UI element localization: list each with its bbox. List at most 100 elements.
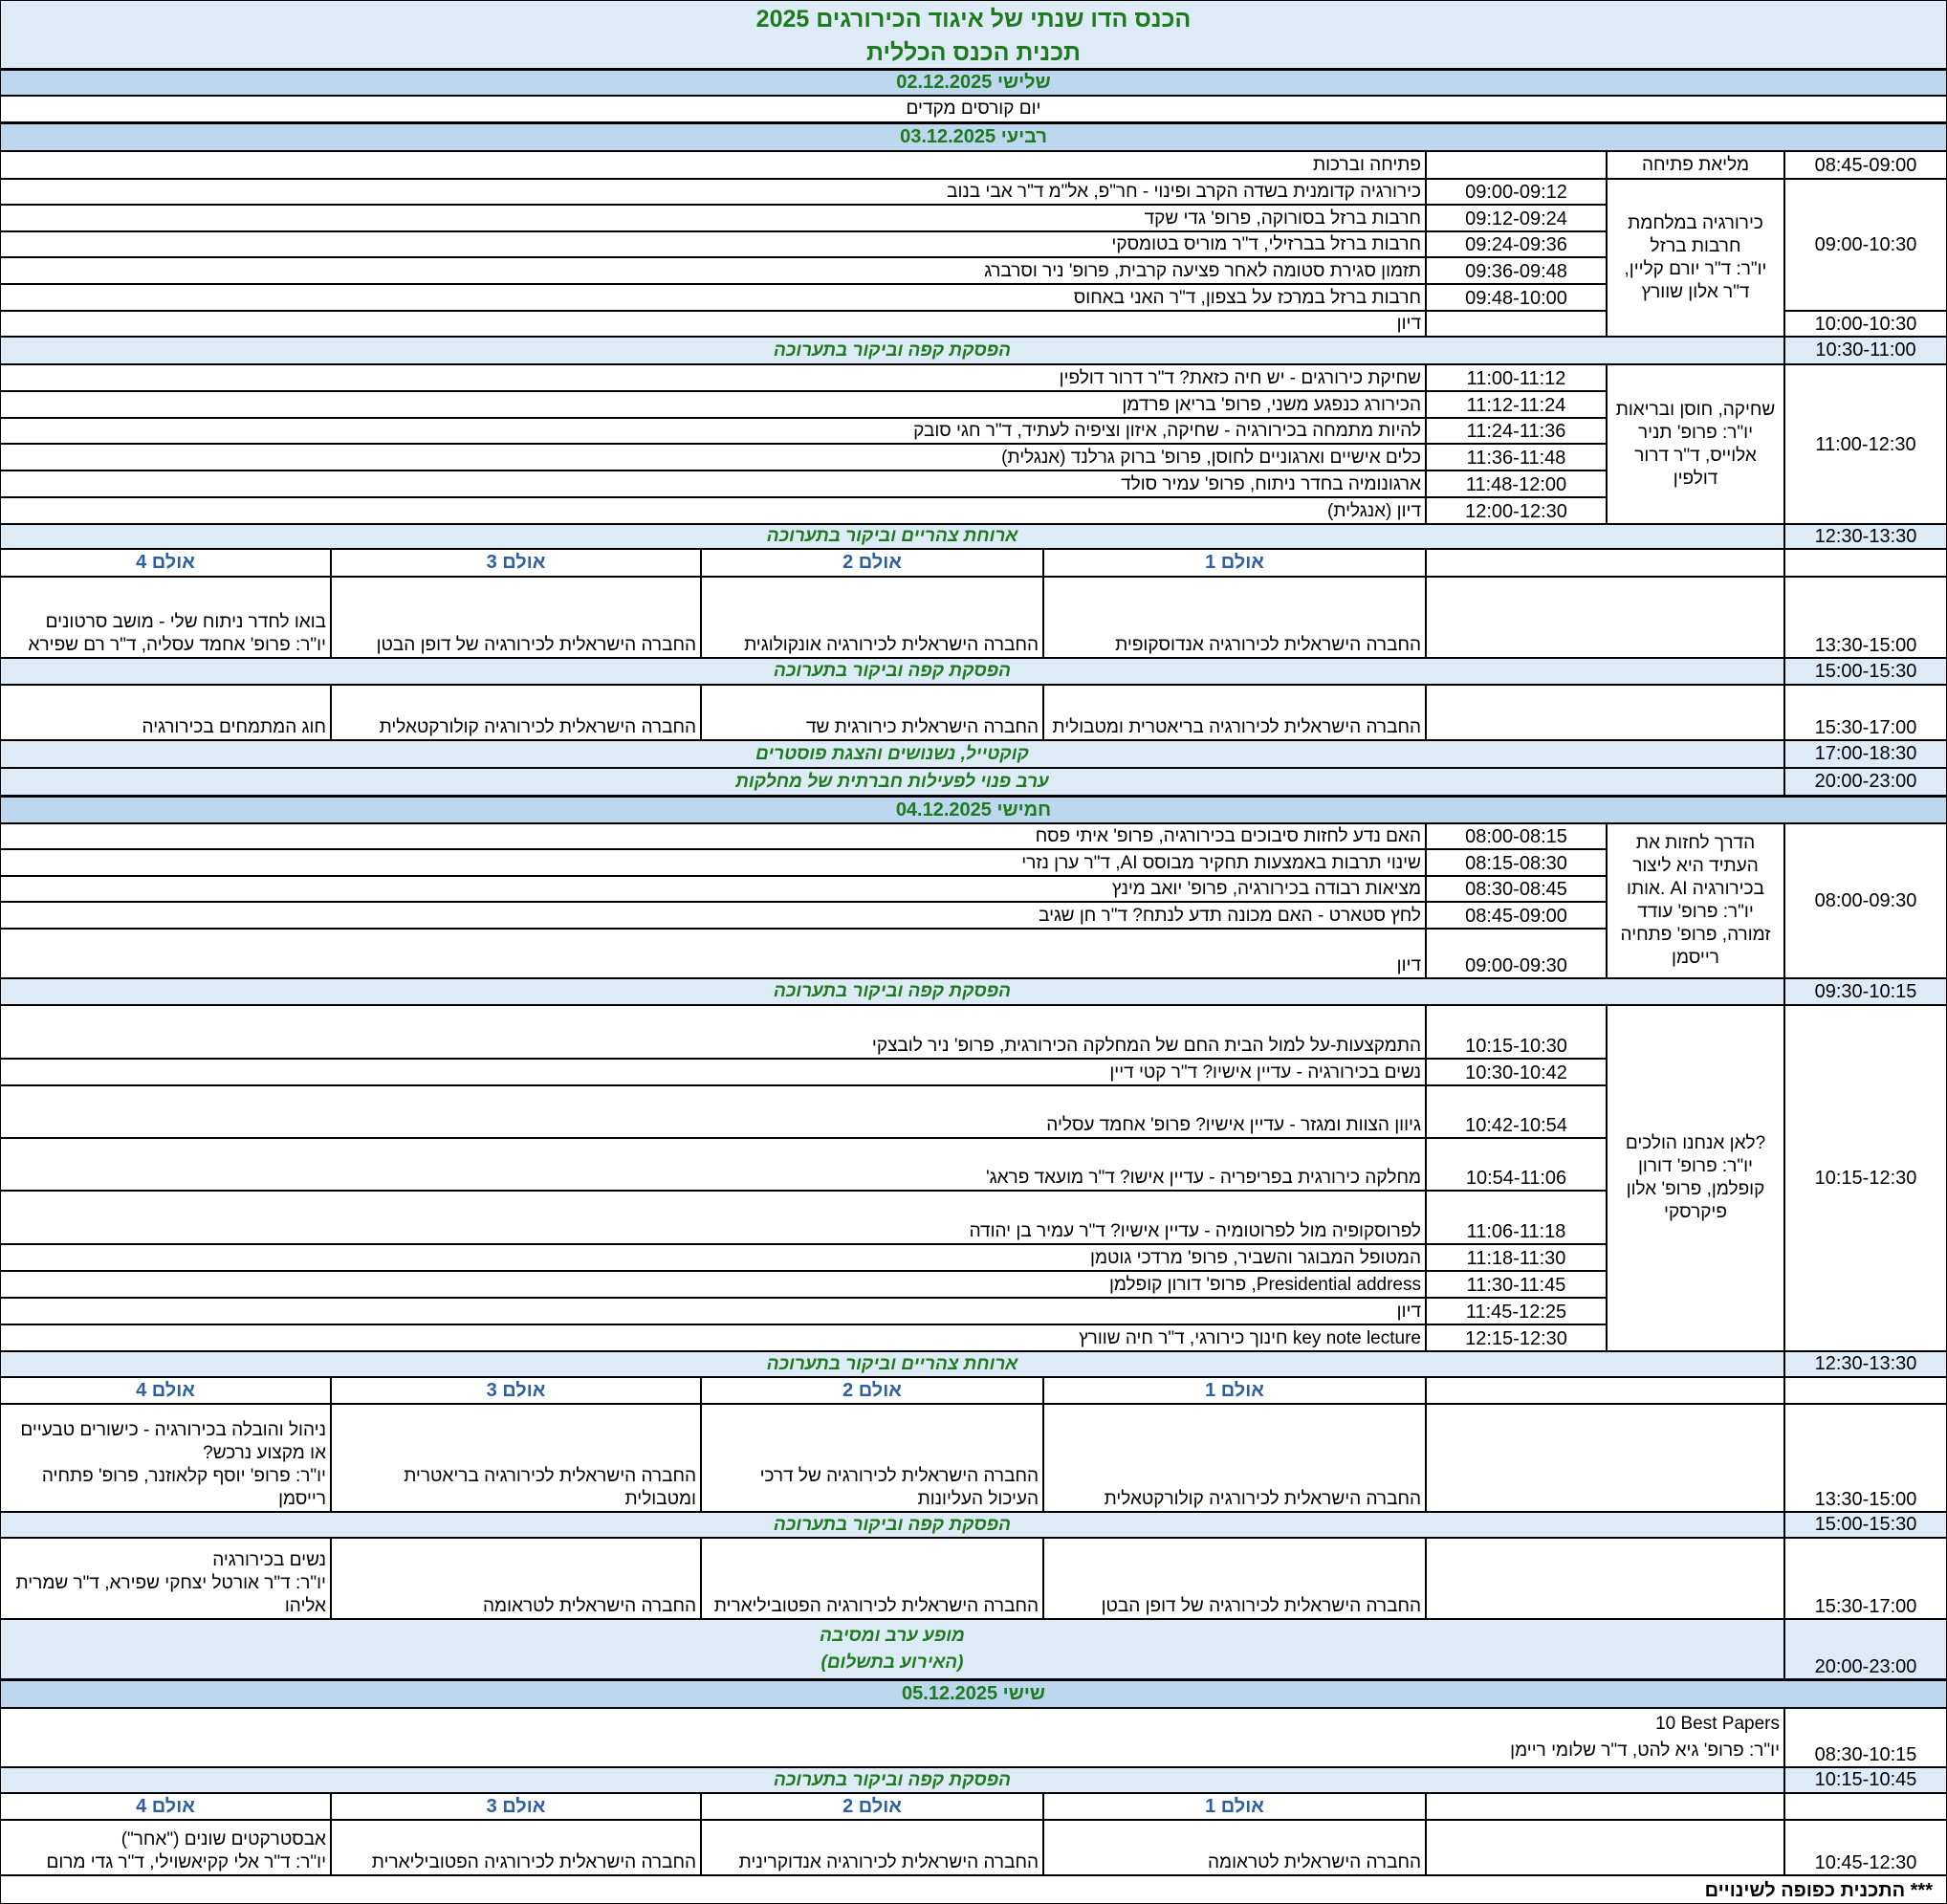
day3-s1-talk-time-text: 08:30-08:45 — [1465, 879, 1567, 900]
opening-time: 08:45-09:00 — [1784, 151, 1947, 179]
day3-s1-talk-title: שינוי תרבות באמצעות תחקיר מבוסס AI, ד"ר … — [0, 849, 1426, 876]
day2-s2-talk-time-text: 11:12-11:24 — [1466, 395, 1566, 416]
day2-s2-talk-time-text: 11:36-11:48 — [1466, 448, 1566, 469]
day4-halls-hall-1: אולם 1 — [1043, 1793, 1426, 1820]
day4-parallel1-hall-4-session: אבסטרקטים שונים ("אחר") יו"ר: ד"ר אלי קק… — [0, 1820, 331, 1875]
day2-s1-talk-time: 09:00-09:12 — [1426, 179, 1607, 205]
day3-s1-talk-title-text: האם נדע לחזות סיבוכים בכירורגיה, פרופ' א… — [1035, 826, 1421, 846]
day3-s1-talk-title-text: מציאות רבודה בכירורגיה, פרופ' יואב מינץ — [1111, 879, 1421, 899]
day2-discussion-time-text: 10:00-10:30 — [1814, 314, 1917, 335]
day4-parallel1-time: 10:45-12:30 — [1784, 1820, 1947, 1875]
day3-s2-talk-title-text: המטופל המבוגר והשביר, פרופ' מרדכי גוטמן — [1090, 1248, 1421, 1268]
day4-parallel1-time-text: 10:45-12:30 — [1814, 1852, 1917, 1873]
day3-s2-talk-time: 11:45-12:25 — [1426, 1298, 1607, 1324]
day2-coffee2-text: הפסקת קפה וביקור בתערוכה — [774, 661, 1011, 681]
day2-header: רביעי 03.12.2025 — [0, 122, 1947, 151]
day3-parallel1-hall-3-session: החברה הישראלית לכירורגיה בריאטרית ומטבול… — [331, 1404, 701, 1512]
opening-blank — [1426, 151, 1607, 179]
day2-coffee1: הפסקת קפה וביקור בתערוכה — [0, 337, 1784, 364]
opening-session-text: מליאת פתיחה — [1641, 154, 1750, 175]
day3-s2-talk-time: 12:15-12:30 — [1426, 1324, 1607, 1351]
day3-halls-hall-1-text: אולם 1 — [1205, 1379, 1264, 1401]
day4-halls-hall-4-text: אולם 4 — [136, 1795, 195, 1817]
day2-s1-talk-time-text: 09:36-09:48 — [1465, 261, 1567, 282]
day3-parallel1-hall-2-session: החברה הישראלית לכירורגיה של דרכי העיכול … — [701, 1404, 1043, 1512]
day2-s2-talk-time-text: 11:24-11:36 — [1466, 421, 1566, 442]
day3-party: מופע ערב ומסיבה (האירוע בתשלום) — [0, 1619, 1784, 1679]
day2-coffee2-time: 15:00-15:30 — [1784, 658, 1947, 685]
day3-s2-talk-title: דיון — [0, 1298, 1426, 1324]
day2-coffee2-time-text: 15:00-15:30 — [1814, 660, 1917, 682]
day3-s2-talk-title: התמקצעות-על למול הבית החם של המחלקה הכיר… — [0, 1005, 1426, 1059]
day1-header-text: שלישי 02.12.2025 — [896, 72, 1051, 93]
day2-discussion-text: דיון — [1396, 314, 1421, 334]
day2-s1-session: כירורגיה במלחמת חרבות ברזל יו"ר: ד"ר יור… — [1607, 179, 1784, 337]
day2-halls-hall-3-text: אולם 3 — [486, 552, 546, 573]
day3-s1-talk-time-text: 09:00-09:30 — [1465, 955, 1567, 976]
day4-best-papers: 10 Best Papers יו"ר: פרופ' גיא להט, ד"ר ש… — [0, 1708, 1784, 1767]
day2-lunch: ארוחת צהריים וביקור בתערוכה — [0, 524, 1784, 549]
day3-s2-talk-title-text: גיוון הצוות ומגזר - עדיין אישיו? פרופ' א… — [1046, 1115, 1421, 1135]
day2-discussion: דיון — [0, 311, 1426, 337]
day2-cocktail-time: 17:00-18:30 — [1784, 740, 1947, 768]
day2-lunch-time-text: 12:30-13:30 — [1814, 525, 1917, 547]
day3-s2-talk-time-text: 10:54-11:06 — [1465, 1168, 1567, 1189]
day3-halls-hall-3: אולם 3 — [331, 1377, 701, 1404]
day3-s2-talk-time-text: 10:30-10:42 — [1465, 1062, 1567, 1083]
day2-coffee1-time-text: 10:30-11:00 — [1815, 339, 1916, 361]
day3-s2-talk-time-text: 11:18-11:30 — [1466, 1248, 1566, 1269]
day2-coffee1-text: הפסקת קפה וביקור בתערוכה — [774, 339, 1011, 361]
day4-coffee-text: הפסקת קפה וביקור בתערוכה — [774, 1769, 1011, 1790]
day2-s2-talk-time: 11:36-11:48 — [1426, 444, 1607, 471]
day3-parallel2-time-text: 15:30-17:00 — [1814, 1596, 1917, 1617]
day3-coffee1-time-text: 09:30-10:15 — [1814, 980, 1917, 1002]
day1-preconference-text: יום קורסים מקדים — [906, 98, 1041, 119]
day3-halls-hall-3-text: אולם 3 — [486, 1379, 546, 1401]
day3-s1-session-text: הדרך לחזות את העתיד היא ליצור אותו. AI ב… — [1620, 833, 1771, 968]
day4-parallel1-hall-1-session-text: החברה הישראלית לטראומה — [1208, 1852, 1421, 1872]
day4-coffee-time: 10:15-10:45 — [1784, 1767, 1947, 1793]
day3-s2-talk-time-text: 11:30-11:45 — [1466, 1275, 1566, 1296]
day2-parallel2-hall-4-session: חוג המתמחים בכירורגיה — [0, 685, 331, 740]
day4-best-time-text: 08:30-10:15 — [1814, 1744, 1917, 1765]
day2-s1-talk-title: תזמון סגירת סטומה לאחר פציעה קרבית, פרופ… — [0, 257, 1426, 284]
footer-note: *** התכנית כפופה לשינויים — [0, 1875, 1947, 1904]
day2-s2-talk-title: שחיקת כירורגים - יש חיה כזאת? ד"ר דרור ד… — [0, 364, 1426, 391]
day3-s2-talk-time: 10:54-11:06 — [1426, 1138, 1607, 1191]
day2-parallel1-hall-2-session-text: החברה הישראלית לכירורגיה אונקולוגית — [744, 635, 1039, 655]
day3-s1-talk-time: 08:45-09:00 — [1426, 902, 1607, 929]
day3-s2-talk-time: 11:18-11:30 — [1426, 1244, 1607, 1271]
conference-title: הכנס הדו שנתי של איגוד הכירורגים 2025 — [755, 6, 1192, 33]
day3-s2-talk-time-text: 10:42-10:54 — [1465, 1115, 1567, 1136]
day3-parallel2-blank — [1426, 1538, 1784, 1619]
day2-s1-time-text: 09:00-10:30 — [1814, 234, 1917, 255]
day2-parallel2-time-text: 15:30-17:00 — [1814, 717, 1917, 738]
day3-s1-talk-title: דיון — [0, 929, 1426, 978]
day4-coffee: הפסקת קפה וביקור בתערוכה — [0, 1767, 1784, 1793]
day3-halls-hall-2: אולם 2 — [701, 1377, 1043, 1404]
day2-s2-talk-title: דיון (אנגלית) — [0, 497, 1426, 524]
day2-parallel1-hall-2-session: החברה הישראלית לכירורגיה אונקולוגית — [701, 577, 1043, 658]
day2-s1-talk-time: 09:12-09:24 — [1426, 205, 1607, 231]
day3-s2-talk-title: מחלקה כירורגית בפריפריה - עדיין אישו? ד"… — [0, 1138, 1426, 1191]
day2-s2-talk-time: 12:00-12:30 — [1426, 497, 1607, 524]
program-sheet: הכנס הדו שנתי של איגוד הכירורגים 2025 תכנ… — [0, 0, 1947, 1904]
day3-halls-hall-2-text: אולם 2 — [842, 1379, 902, 1401]
day3-parallel2-hall-4-session-text: נשים בכירורגיה יו"ר: ד"ר אורטל יצחקי שפי… — [15, 1550, 327, 1616]
day3-parallel2-hall-3-session: החברה הישראלית לטראומה — [331, 1538, 701, 1619]
day3-lunch-text: ארוחת צהריים וביקור בתערוכה — [766, 1353, 1018, 1374]
day4-parallel1-hall-3-session: החברה הישראלית לכירורגיה הפטוביליארית — [331, 1820, 701, 1875]
day2-s1-talk-title-text: חרבות ברזל במרכז על בצפון, ד"ר האני באחו… — [1073, 288, 1421, 308]
day2-header-text: רביעי 03.12.2025 — [900, 126, 1047, 147]
day3-s2-talk-time: 11:06-11:18 — [1426, 1191, 1607, 1244]
day3-s2-talk-time-text: 10:15-10:30 — [1465, 1036, 1567, 1057]
day3-parallel1-time-text: 13:30-15:00 — [1814, 1489, 1917, 1510]
day2-s1-talk-time-text: 09:48-10:00 — [1465, 288, 1567, 309]
day3-parallel2-hall-1-session-text: החברה הישראלית לכירורגיה של דופן הבטן — [1101, 1596, 1421, 1616]
day4-parallel1-hall-2-session-text: החברה הישראלית לכירורגיה אנדוקרינית — [738, 1852, 1039, 1872]
day2-s2-time: 11:00-12:30 — [1784, 364, 1947, 524]
day3-header: חמישי 04.12.2025 — [0, 796, 1947, 823]
day3-party-label: מופע ערב ומסיבה — [820, 1625, 965, 1646]
day2-s2-talk-title: ארגונומיה בחדר ניתוח, פרופ' עמיר סולד — [0, 471, 1426, 497]
day3-s2-session-text: לאן אנחנו הולכים? יו"ר: פרופ' דורון קופל… — [1625, 1133, 1766, 1222]
